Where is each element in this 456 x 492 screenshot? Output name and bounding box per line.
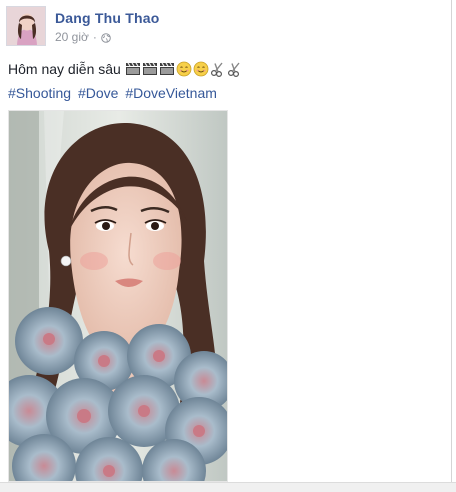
emoji-row	[125, 61, 243, 77]
right-divider	[451, 0, 452, 492]
scissors-icon	[210, 62, 223, 77]
post-photo[interactable]	[8, 110, 228, 482]
clapper-board-icon	[159, 62, 174, 75]
author-name-link[interactable]: Dang Thu Thao	[55, 10, 159, 26]
clapper-board-icon	[142, 62, 157, 75]
avatar-image	[7, 7, 45, 45]
post-message-text: Hôm nay diễn sâu	[8, 61, 121, 77]
facebook-post: Dang Thu Thao 20 giờ · Hôm nay diễn sâu	[0, 0, 456, 492]
hashtag-link[interactable]: #Dove	[78, 85, 118, 101]
post-meta: 20 giờ ·	[55, 30, 111, 44]
post-message: Hôm nay diễn sâu	[8, 61, 243, 77]
meta-separator: ·	[92, 30, 97, 44]
bottom-scroll-edge	[0, 482, 456, 492]
smiling-face-icon	[176, 61, 192, 77]
author-avatar[interactable]	[6, 6, 46, 46]
scissors-icon	[227, 62, 240, 77]
clapper-board-icon	[125, 62, 140, 75]
hashtag-list: #Shooting #Dove #DoveVietnam	[8, 85, 220, 101]
hashtag-link[interactable]: #DoveVietnam	[125, 85, 217, 101]
smiling-face-icon	[193, 61, 209, 77]
globe-icon[interactable]	[101, 32, 111, 43]
portrait-image	[9, 111, 227, 481]
post-timestamp[interactable]: 20 giờ	[55, 30, 89, 44]
hashtag-link[interactable]: #Shooting	[8, 85, 71, 101]
